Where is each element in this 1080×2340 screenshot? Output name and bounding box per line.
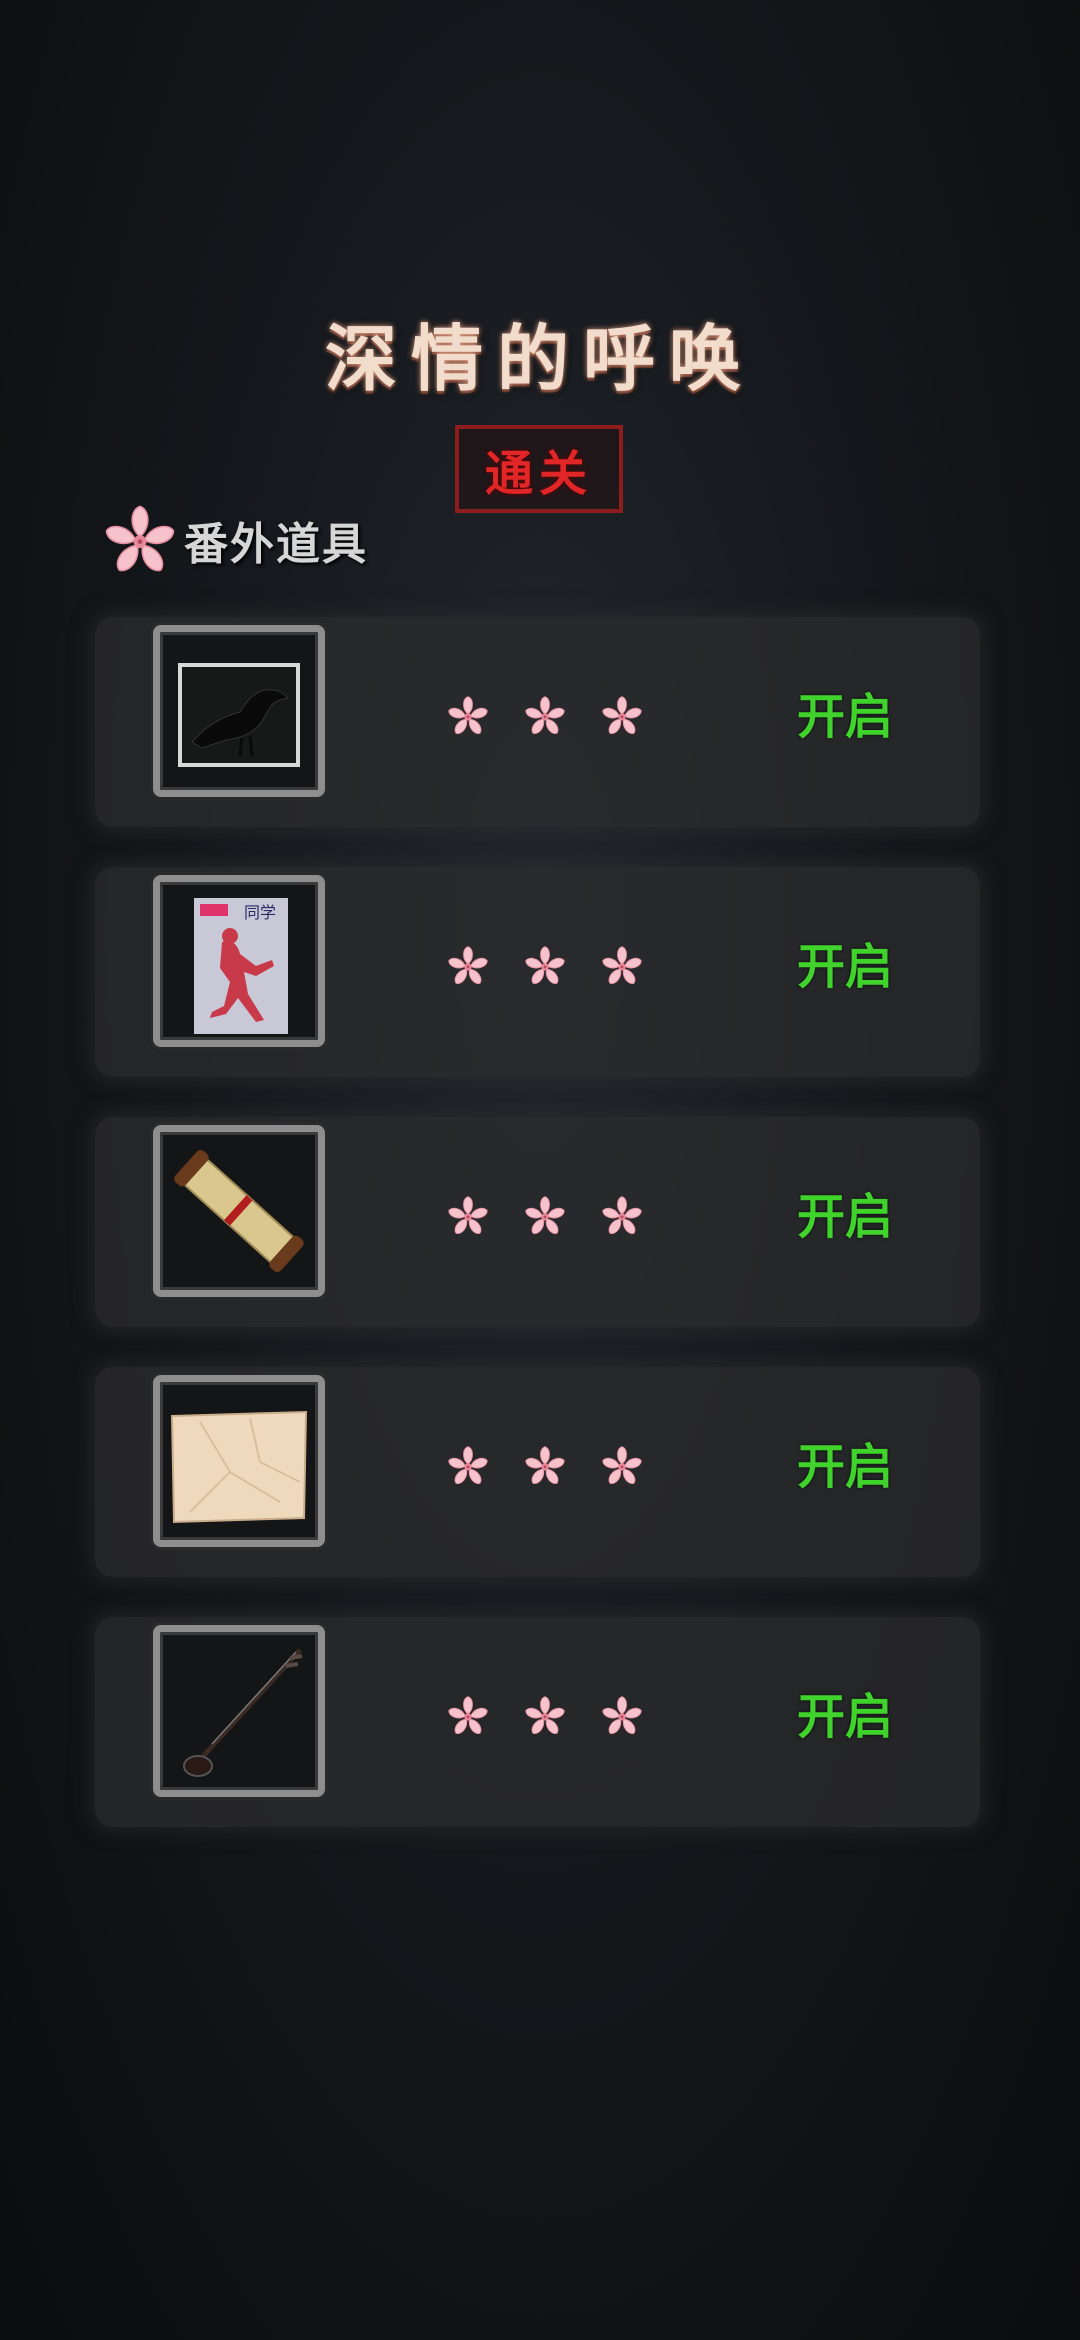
cherry-blossom-icon (445, 1693, 491, 1739)
cherry-blossom-icon (599, 1443, 645, 1489)
cherry-blossom-icon (445, 1193, 491, 1239)
paper-note-icon (170, 1410, 308, 1524)
item-row: 同学 开启 (95, 867, 980, 1077)
item-thumbnail-frame[interactable] (153, 1625, 325, 1797)
cherry-blossom-icon (522, 1193, 568, 1239)
open-button[interactable]: 开启 (775, 937, 915, 997)
scroll-icon (174, 1149, 304, 1273)
magazine-icon: 同学 (194, 898, 288, 1034)
item-row: 开启 (95, 1617, 980, 1827)
cherry-blossom-icon (599, 1693, 645, 1739)
cherry-blossom-icon (599, 693, 645, 739)
item-thumbnail-frame[interactable] (153, 1125, 325, 1297)
cherry-blossom-icon (445, 693, 491, 739)
crow-photo-icon (178, 663, 300, 767)
cherry-blossom-icon (599, 943, 645, 989)
item-row: 开启 (95, 1367, 980, 1577)
item-row: 开启 (95, 617, 980, 827)
item-thumbnail-frame[interactable]: 同学 (153, 875, 325, 1047)
cherry-blossom-icon (522, 693, 568, 739)
open-button[interactable]: 开启 (775, 1437, 915, 1497)
cherry-blossom-icon (522, 943, 568, 989)
item-thumbnail-frame[interactable] (153, 1375, 325, 1547)
item-row: 开启 (95, 1117, 980, 1327)
open-button[interactable]: 开启 (775, 1187, 915, 1247)
open-button[interactable]: 开启 (775, 687, 915, 747)
item-list: 开启 同学 开启 开启 开启 开启 (0, 0, 1080, 2340)
cherry-blossom-icon (522, 1443, 568, 1489)
rating-blossoms (445, 692, 645, 740)
open-button[interactable]: 开启 (775, 1687, 915, 1747)
magazine-title: 同学 (244, 903, 276, 922)
erhu-icon (183, 1648, 303, 1777)
cherry-blossom-icon (599, 1193, 645, 1239)
cherry-blossom-icon (522, 1693, 568, 1739)
rating-blossoms (445, 942, 645, 990)
rating-blossoms (445, 1192, 645, 1240)
rating-blossoms (445, 1442, 645, 1490)
cherry-blossom-icon (445, 1443, 491, 1489)
rating-blossoms (445, 1692, 645, 1740)
item-thumbnail-frame[interactable] (153, 625, 325, 797)
cherry-blossom-icon (445, 943, 491, 989)
